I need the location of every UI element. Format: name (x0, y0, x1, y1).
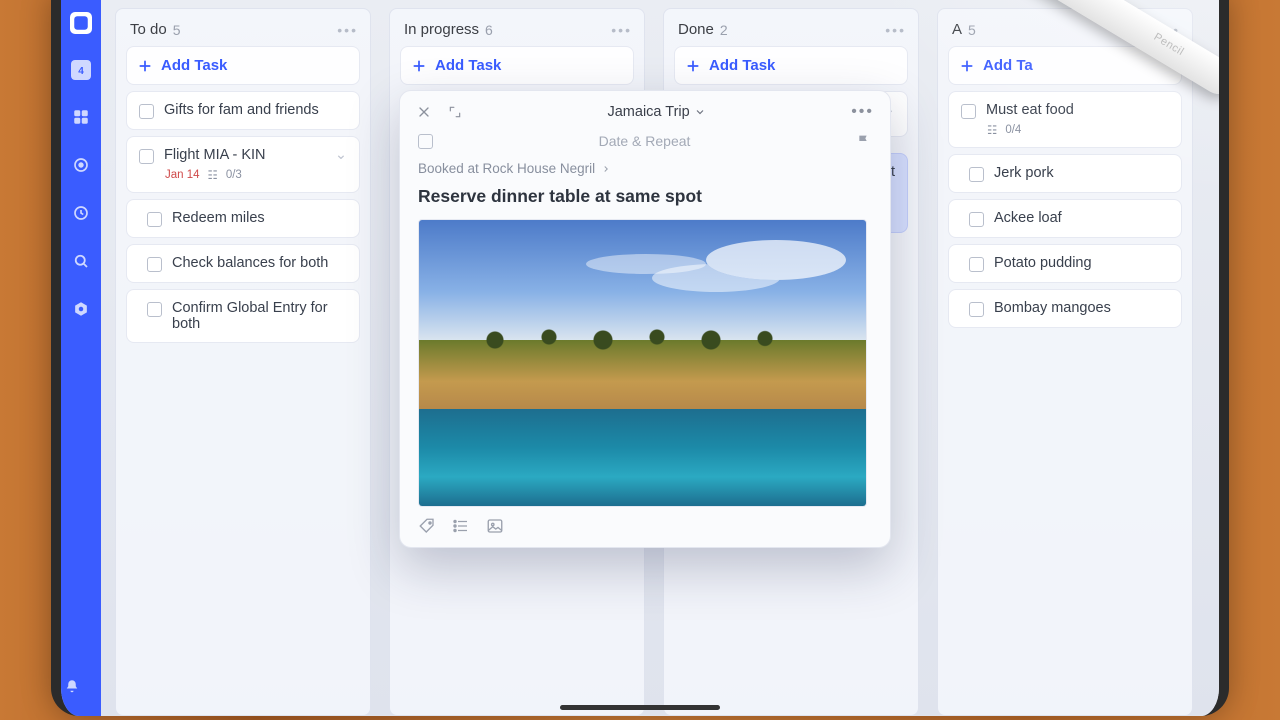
task-title: Confirm Global Entry for both (172, 300, 347, 332)
tag-icon[interactable] (418, 517, 436, 535)
column-title: To do (130, 21, 167, 38)
task-checkbox[interactable] (969, 212, 984, 227)
column-todo: To do 5 ••• Add Task Gifts for fam and f… (115, 8, 371, 716)
more-icon[interactable]: ••• (851, 103, 874, 121)
list-icon[interactable] (452, 517, 470, 535)
grid-icon[interactable] (70, 106, 92, 128)
task-checkbox[interactable] (139, 104, 154, 119)
add-task-label: Add Ta (983, 57, 1033, 74)
task-title: Redeem miles (172, 210, 265, 226)
subtask-progress: 0/4 (1005, 124, 1021, 136)
target-icon[interactable] (70, 154, 92, 176)
column-count: 5 (968, 22, 976, 38)
task-title: Bombay mangoes (994, 300, 1111, 316)
bell-icon[interactable] (61, 676, 83, 698)
column-title: Done (678, 21, 714, 38)
task-title: Gifts for fam and friends (164, 102, 319, 118)
modal-project-dropdown[interactable]: Jamaica Trip (478, 104, 835, 120)
task-card[interactable]: Gifts for fam and friends (126, 91, 360, 130)
subtask-card[interactable]: Potato pudding (948, 244, 1182, 283)
task-checkbox[interactable] (139, 149, 154, 164)
column-4: A 5 ••• Add Ta Must eat food ☷ 0/4 (937, 8, 1193, 716)
task-checkbox[interactable] (147, 257, 162, 272)
subtask-progress-icon: ☷ (208, 168, 218, 182)
add-task-label: Add Task (709, 57, 775, 74)
add-task-button[interactable]: Add Task (126, 46, 360, 85)
expand-icon[interactable] (448, 105, 462, 119)
subtask-card[interactable]: Jerk pork (948, 154, 1182, 193)
task-detail-modal: Jamaica Trip ••• Date & Repeat Booked at… (399, 90, 891, 548)
column-title: A (952, 21, 962, 38)
column-title: In progress (404, 21, 479, 38)
subtask-progress: 0/3 (226, 169, 242, 181)
task-card[interactable]: Must eat food ☷ 0/4 (948, 91, 1182, 148)
task-attachment-image[interactable] (418, 219, 867, 507)
date-repeat-field[interactable]: Date & Repeat (447, 133, 842, 149)
task-checkbox[interactable] (961, 104, 976, 119)
column-more-icon[interactable]: ••• (337, 22, 358, 38)
image-icon[interactable] (486, 517, 504, 535)
task-checkbox[interactable] (147, 302, 162, 317)
modal-project-label: Jamaica Trip (607, 104, 689, 120)
subtask-card[interactable]: Bombay mangoes (948, 289, 1182, 328)
add-task-label: Add Task (435, 57, 501, 74)
app-sidebar: 4 (61, 0, 101, 716)
clock-icon[interactable] (70, 202, 92, 224)
task-title: Jerk pork (994, 165, 1054, 181)
subtask-card[interactable]: Redeem miles (126, 199, 360, 238)
column-count: 6 (485, 22, 493, 38)
close-icon[interactable] (416, 104, 432, 120)
column-more-icon[interactable]: ••• (611, 22, 632, 38)
task-checkbox[interactable] (969, 302, 984, 317)
task-checkbox[interactable] (969, 257, 984, 272)
task-title: Ackee loaf (994, 210, 1062, 226)
search-icon[interactable] (70, 250, 92, 272)
settings-icon[interactable] (70, 298, 92, 320)
task-title: Flight MIA - KIN (164, 147, 266, 163)
modal-task-title[interactable]: Reserve dinner table at same spot (418, 186, 872, 207)
column-more-icon[interactable]: ••• (885, 22, 906, 38)
subtask-progress-icon: ☷ (987, 123, 997, 137)
subtask-card[interactable]: Ackee loaf (948, 199, 1182, 238)
column-count: 5 (173, 22, 181, 38)
flag-icon[interactable] (856, 133, 872, 149)
task-card[interactable]: Flight MIA - KIN ⌄ Jan 14 ☷ 0/3 (126, 136, 360, 193)
task-checkbox[interactable] (147, 212, 162, 227)
calendar-icon[interactable]: 4 (71, 60, 91, 80)
home-indicator[interactable] (560, 705, 720, 710)
breadcrumb-label: Booked at Rock House Negril (418, 161, 595, 176)
subtask-card[interactable]: Check balances for both (126, 244, 360, 283)
add-task-button[interactable]: Add Task (674, 46, 908, 85)
task-checkbox[interactable] (969, 167, 984, 182)
task-title: Potato pudding (994, 255, 1092, 271)
tasks-icon[interactable] (70, 12, 92, 34)
add-task-label: Add Task (161, 57, 227, 74)
task-title: Check balances for both (172, 255, 328, 271)
modal-checkbox[interactable] (418, 134, 433, 149)
subtask-card[interactable]: Confirm Global Entry for both (126, 289, 360, 343)
chevron-down-icon[interactable]: ⌄ (335, 147, 347, 163)
task-title: Must eat food (986, 102, 1074, 118)
task-due: Jan 14 (165, 169, 200, 181)
add-task-button[interactable]: Add Task (400, 46, 634, 85)
column-count: 2 (720, 22, 728, 38)
parent-task-breadcrumb[interactable]: Booked at Rock House Negril (400, 161, 890, 186)
